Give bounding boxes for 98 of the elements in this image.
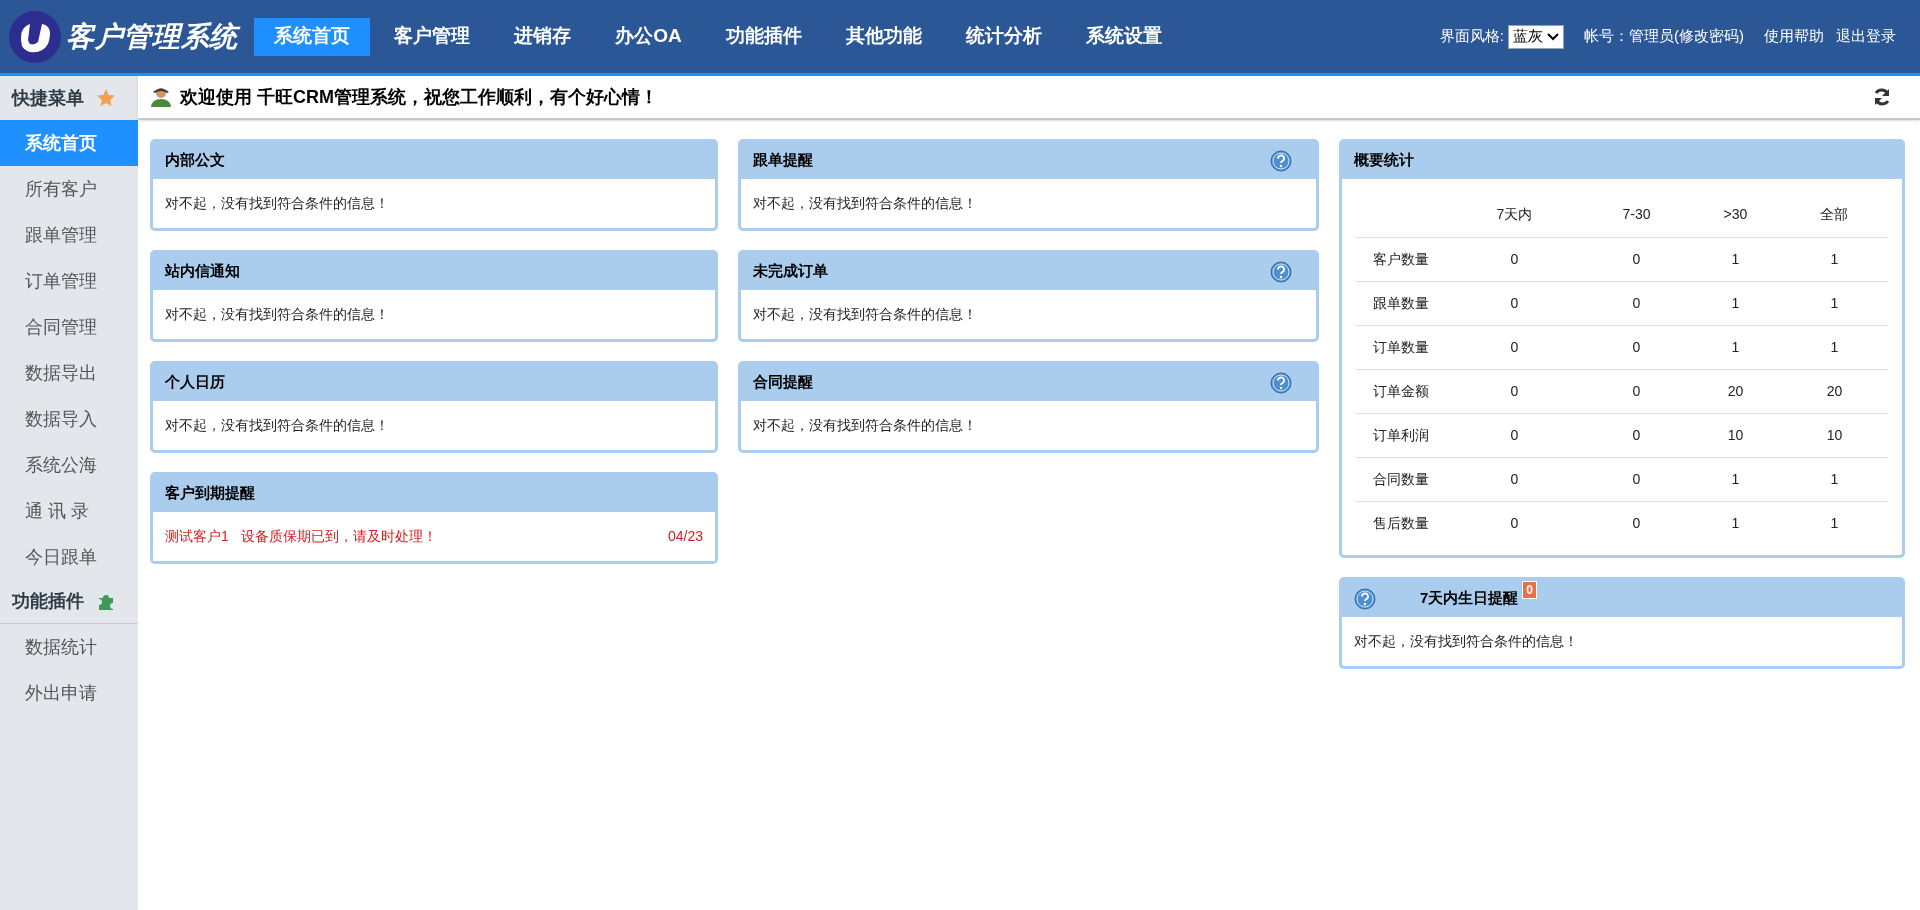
nav-tab[interactable]: 系统首页: [254, 17, 371, 56]
nav-tab[interactable]: 客户管理: [374, 17, 491, 56]
table-cell: 10: [1780, 413, 1888, 457]
sidebar-item[interactable]: 合同管理: [0, 304, 138, 350]
table-cell: 0: [1446, 457, 1583, 501]
section-title: 快捷菜单: [12, 86, 84, 110]
nav-tab[interactable]: 办公OA: [595, 17, 702, 56]
count-badge: 0: [1522, 581, 1538, 599]
sidebar-item[interactable]: 数据统计: [0, 624, 138, 670]
star-icon: [96, 88, 116, 108]
column-header: 7-30: [1582, 193, 1691, 237]
table-cell: 1: [1690, 281, 1781, 325]
table-cell: 1: [1780, 501, 1888, 545]
column-header: 7天内: [1446, 193, 1583, 237]
table-cell: 0: [1446, 237, 1583, 281]
nav-tab[interactable]: 统计分析: [945, 17, 1062, 56]
section-title: 功能插件: [12, 590, 84, 613]
row-label: 订单金额: [1356, 369, 1446, 413]
logo-icon: [8, 9, 62, 64]
header-link[interactable]: 使用帮助: [1764, 25, 1824, 48]
help-icon[interactable]: [1270, 149, 1292, 172]
table-cell: 0: [1446, 325, 1583, 369]
table-cell: 0: [1582, 413, 1691, 457]
help-icon[interactable]: [1270, 260, 1292, 283]
table-cell: 20: [1780, 369, 1888, 413]
sidebar-item[interactable]: 订单管理: [0, 258, 138, 304]
alert-date: 04/23: [667, 527, 703, 546]
help-icon[interactable]: [1354, 587, 1376, 610]
panel-title: 未完成订单: [753, 261, 828, 282]
refresh-icon[interactable]: [1872, 87, 1892, 107]
table-cell: 20: [1690, 369, 1781, 413]
empty-message: 对不起，没有找到符合条件的信息！: [753, 194, 977, 213]
table-cell: 1: [1690, 237, 1781, 281]
column-header: >30: [1690, 193, 1781, 237]
table-cell: 10: [1690, 413, 1781, 457]
nav-tab[interactable]: 进销存: [494, 17, 592, 56]
header-link[interactable]: 退出登录: [1836, 25, 1896, 48]
account-label: 帐号：管理员: [1584, 26, 1674, 47]
caret-icon: [1547, 32, 1559, 41]
table-cell: 0: [1582, 325, 1691, 369]
table-cell: 0: [1446, 369, 1583, 413]
row-label: 客户数量: [1356, 237, 1446, 281]
sidebar-item[interactable]: 系统公海: [0, 442, 138, 488]
empty-message: 对不起，没有找到符合条件的信息！: [165, 416, 389, 435]
row-label: 合同数量: [1356, 457, 1446, 501]
table-cell: 0: [1582, 281, 1691, 325]
empty-message: 对不起，没有找到符合条件的信息！: [165, 194, 389, 213]
table-cell: 1: [1780, 325, 1888, 369]
customer-name: 测试客户1: [165, 527, 229, 546]
empty-message: 对不起，没有找到符合条件的信息！: [753, 416, 977, 435]
alert-message: 设备质保期已到，请及时处理！: [240, 527, 437, 546]
panel-title: 7天内生日提醒: [1420, 588, 1519, 609]
table-cell: 1: [1780, 281, 1888, 325]
theme-select[interactable]: 蓝灰: [1508, 24, 1564, 49]
table-cell: 1: [1690, 457, 1781, 501]
welcome-message: 欢迎使用 千旺CRM管理系统，祝您工作顺利，有个好心情！: [180, 85, 658, 109]
sidebar-item[interactable]: 所有客户: [0, 166, 138, 212]
empty-message: 对不起，没有找到符合条件的信息！: [753, 305, 977, 324]
table-cell: 0: [1446, 501, 1583, 545]
help-icon[interactable]: [1270, 371, 1292, 394]
table-cell: 0: [1582, 457, 1691, 501]
panel-title: 站内信通知: [165, 261, 240, 282]
column-header: 全部: [1780, 193, 1888, 237]
app-title: 客户管理系统: [66, 19, 239, 54]
sidebar-item[interactable]: 今日跟单: [0, 534, 138, 580]
table-cell: 0: [1446, 413, 1583, 457]
table-cell: 1: [1690, 325, 1781, 369]
row-label: 订单数量: [1356, 325, 1446, 369]
sidebar-item[interactable]: 跟单管理: [0, 212, 138, 258]
table-cell: 1: [1690, 501, 1781, 545]
table-cell: 1: [1780, 457, 1888, 501]
panel-title: 合同提醒: [753, 372, 813, 393]
empty-message: 对不起，没有找到符合条件的信息！: [165, 305, 389, 324]
theme-label: 界面风格:: [1439, 26, 1504, 47]
user-icon: [150, 86, 172, 108]
panel-title: 个人日历: [165, 372, 225, 393]
panel-title: 跟单提醒: [753, 150, 813, 171]
nav-tab[interactable]: 系统设置: [1065, 17, 1182, 56]
panel-title: 内部公文: [165, 150, 225, 171]
panel-title: 概要统计: [1354, 150, 1414, 171]
sidebar-item[interactable]: 外出申请: [0, 670, 138, 716]
sidebar-item[interactable]: 系统首页: [0, 120, 138, 166]
sidebar-item[interactable]: 数据导出: [0, 350, 138, 396]
sidebar-item[interactable]: 数据导入: [0, 396, 138, 442]
empty-message: 对不起，没有找到符合条件的信息！: [1354, 632, 1578, 651]
row-label: 订单利润: [1356, 413, 1446, 457]
sidebar-item[interactable]: 通 讯 录: [0, 488, 138, 534]
table-cell: 0: [1582, 369, 1691, 413]
table-cell: 1: [1780, 237, 1888, 281]
change-password-link[interactable]: (修改密码): [1674, 25, 1744, 48]
table-cell: 0: [1446, 281, 1583, 325]
nav-tab[interactable]: 功能插件: [705, 17, 822, 56]
row-label: 跟单数量: [1356, 281, 1446, 325]
row-label: 售后数量: [1356, 501, 1446, 545]
panel-title: 客户到期提醒: [165, 483, 255, 504]
nav-tab[interactable]: 其他功能: [825, 17, 942, 56]
table-cell: 0: [1582, 237, 1691, 281]
table-cell: 0: [1582, 501, 1691, 545]
